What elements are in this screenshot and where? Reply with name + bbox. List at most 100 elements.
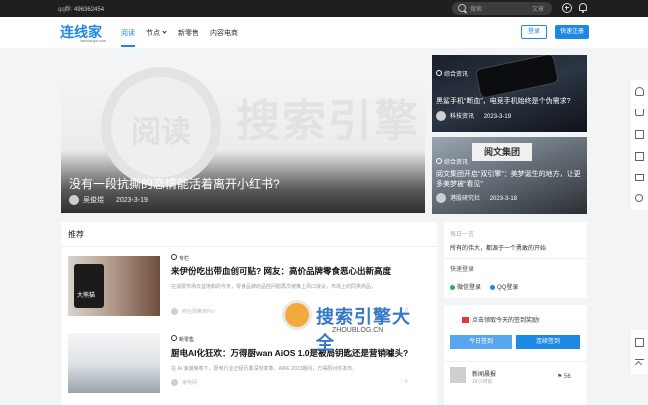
divider — [61, 246, 437, 247]
search-icon[interactable] — [635, 194, 643, 202]
book-icon[interactable] — [635, 130, 644, 139]
side-article-card[interactable]: 综合资讯 黑鲨手机“断血”，电竞手机始终是个伪需求? 科技资讯 2023-3-1… — [432, 55, 587, 132]
side-article-meta: 科技资讯 2023-3-19 — [436, 111, 512, 122]
quick-login-label: 快速登录 — [450, 267, 475, 273]
user-badge-count: 56 — [564, 374, 571, 380]
nav-item-content-ecommerce[interactable]: 内容电商 — [210, 28, 238, 38]
side-article-card[interactable]: 阅文集团 综合资讯 阅文集团开启“双引擎”：美梦诞生的地方，让更多美梦被“看见”… — [432, 137, 587, 214]
article-author[interactable]: 家电网 — [182, 380, 197, 386]
qq-icon — [490, 284, 495, 290]
plus-circle-icon[interactable] — [562, 3, 572, 13]
hero-featured-article[interactable]: 阅读 搜索引擎 没有一段抗撕的恋情能活着离开小红书? 吴俊煜 2023-3-19 — [61, 55, 425, 213]
side-article-date: 2023-3-18 — [489, 196, 518, 202]
avatar[interactable] — [436, 193, 446, 204]
qq-login-button[interactable]: QQ登录 — [490, 282, 518, 291]
nav-active-indicator — [121, 45, 135, 47]
article-like-count: 0 — [404, 379, 408, 385]
sign-image: 阅文集团 — [472, 143, 532, 161]
article-summary: 在 AI 浪潮席卷下，厨电行业正经历着深刻变革，AWE 2023期间，万得厨对外… — [171, 366, 358, 372]
side-article-date: 2023-3-19 — [483, 114, 512, 120]
article-author[interactable]: 商业观察家Pro — [182, 309, 215, 315]
wechat-icon — [450, 284, 455, 290]
register-button[interactable]: 快速注册 — [555, 25, 589, 39]
divider — [444, 258, 587, 259]
checkin-today-button[interactable]: 今日签到 — [450, 335, 512, 349]
mail-icon[interactable] — [635, 174, 644, 181]
gift-icon[interactable] — [635, 152, 644, 161]
divider — [444, 361, 587, 362]
daily-quote-text: 所有的伟大，都源于一个勇敢的开始 — [450, 246, 547, 252]
avatar[interactable] — [69, 195, 79, 206]
hero-date: 2023-3-19 — [115, 197, 148, 204]
article-meta: 商业观察家Pro — [171, 308, 215, 316]
article-thumbnail[interactable] — [68, 333, 160, 393]
side-article-title[interactable]: 阅文集团开启“双引擎”：美梦诞生的地方，让更多美梦被“看见” — [436, 170, 586, 190]
hero-brand-watermark: 搜索引擎 — [236, 97, 420, 146]
avatar[interactable] — [171, 308, 178, 316]
site-logo-domain: lianxianjia.com — [80, 38, 107, 43]
article-meta: 家电网 — [171, 379, 197, 387]
hero-author[interactable]: 吴俊煜 — [83, 197, 104, 204]
watermark-logo-icon — [282, 300, 312, 330]
back-to-top-icon[interactable] — [635, 359, 644, 368]
side-article-author[interactable]: 港股研究社 — [450, 196, 480, 202]
floating-toolbar-bottom — [631, 330, 648, 374]
search-box[interactable]: 搜索 文章 — [452, 2, 552, 15]
article-stats: ♡ 0 — [399, 379, 408, 385]
phone-image — [474, 55, 560, 99]
top-bar: qq群: 496362454 搜索 文章 — [0, 0, 648, 17]
side-article-author[interactable]: 科技资讯 — [450, 114, 474, 120]
hero-circle-text: 阅读 — [131, 116, 191, 149]
daily-quote-panel: 每日一言 所有的伟大，都源于一个勇敢的开始 快速登录 微信登录 QQ登录 — [444, 222, 587, 298]
search-icon[interactable] — [458, 4, 466, 12]
gift-icon — [462, 317, 469, 324]
wechat-login-label: 微信登录 — [457, 285, 482, 291]
qq-number[interactable]: 496362454 — [74, 7, 104, 13]
nav-item-read[interactable]: 阅读 — [121, 28, 135, 38]
avatar[interactable] — [436, 111, 446, 122]
hero-title[interactable]: 没有一段抗撕的恋情能活着离开小红书? — [69, 175, 280, 192]
hero-meta: 吴俊煜 2023-3-19 — [69, 195, 148, 206]
search-scope-select[interactable]: 文章 — [532, 4, 544, 13]
thumb-text: 大熊猫 — [77, 293, 96, 299]
nav-item-nodes-label: 节点 — [146, 30, 160, 37]
article-summary: 在消费市场日益饱和的今天，零食品牌的品控问题再次被推上风口浪尖，市场上的同类商品… — [171, 284, 377, 290]
hero-circle-logo: 阅读 — [101, 67, 221, 187]
wechat-login-button[interactable]: 微信登录 — [450, 282, 481, 291]
user-icon[interactable] — [635, 87, 644, 96]
user-badge: ⚑ 56 — [557, 374, 571, 380]
user-subtitle: 16小时前 — [472, 379, 493, 385]
article-thumbnail[interactable]: 大熊猫 — [68, 256, 160, 316]
floating-toolbar — [631, 80, 648, 210]
checkin-streak-button[interactable]: 连续签到 — [516, 335, 580, 349]
chevron-down-icon — [162, 29, 167, 34]
nav-item-new-retail[interactable]: 新零售 — [178, 28, 199, 38]
side-article-title[interactable]: 黑鲨手机“断血”，电竞手机始终是个伪需求? — [436, 96, 586, 106]
search-input[interactable]: 搜索 — [470, 4, 482, 13]
daily-quote-label: 每日一言 — [450, 232, 475, 238]
checkin-promo[interactable]: 点击领取今天的签到奖励! — [462, 315, 540, 324]
side-article-meta: 港股研究社 2023-3-18 — [436, 193, 518, 204]
article-tag[interactable]: 专栏 — [171, 254, 189, 262]
snack-can-image: 大熊猫 — [74, 264, 104, 308]
site-header: 连线家 lianxianjia.com 阅读 节点 新零售 内容电商 登录 快速… — [0, 17, 648, 48]
section-title: 推荐 — [68, 230, 84, 239]
checkin-panel: 点击领取今天的签到奖励! 今日签到 连续签到 新闻晨报 16小时前 ⚑ 56 — [444, 305, 587, 405]
cart-icon[interactable] — [635, 109, 644, 116]
site-watermark: 搜索引擎大全 ZHOUBLOG.CN — [282, 300, 422, 353]
user-name[interactable]: 新闻晨报 — [472, 369, 496, 378]
article-tag[interactable]: 新零售 — [171, 335, 194, 343]
article-title[interactable]: 来伊份吃出带血创可贴? 网友：高价品牌零食恶心出新高度 — [171, 265, 391, 277]
qrcode-icon[interactable] — [635, 338, 644, 347]
nav-item-nodes[interactable]: 节点 — [146, 28, 167, 38]
category-tag[interactable]: 综合资讯 — [436, 69, 468, 78]
bell-icon[interactable] — [579, 3, 587, 13]
avatar[interactable] — [171, 379, 178, 387]
qq-label: qq群: — [58, 7, 73, 13]
avatar[interactable] — [450, 367, 466, 383]
login-button[interactable]: 登录 — [521, 25, 547, 39]
checkin-promo-text: 点击领取今天的签到奖励! — [472, 318, 540, 324]
qq-group-info: qq群: 496362454 — [58, 4, 104, 13]
category-tag[interactable]: 综合资讯 — [436, 157, 468, 166]
watermark-subtext: ZHOUBLOG.CN — [332, 327, 384, 334]
